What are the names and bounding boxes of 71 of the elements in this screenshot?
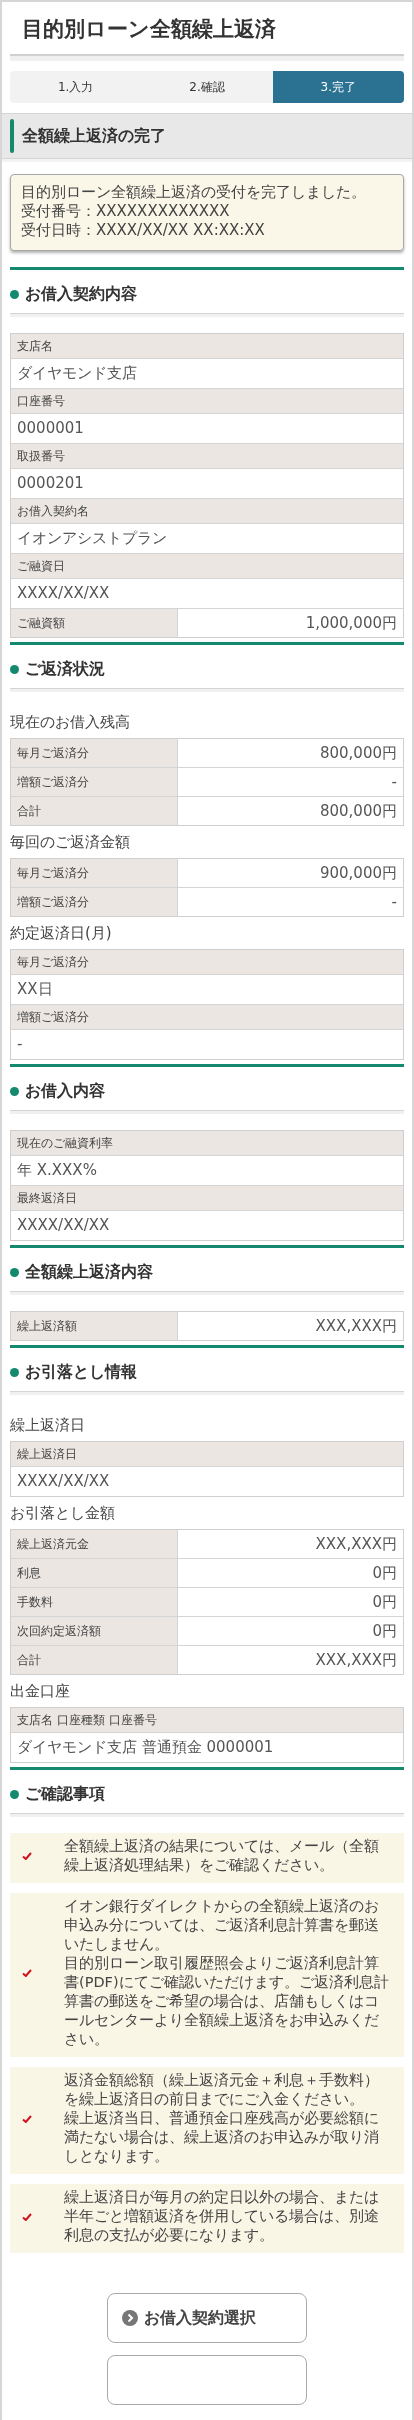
- table-value: 0円: [371, 1592, 398, 1613]
- section-title: 全額繰上返済内容: [25, 1261, 153, 1283]
- table-label: 利息: [11, 1559, 178, 1587]
- note-text: 繰上返済日が毎月の約定日以外の場合、または半年ごと増額返済を併用している場合は、別途利息の支払が必要になります。: [64, 2188, 380, 2245]
- table-label: 合計: [11, 797, 178, 825]
- chevron-icon: [122, 2310, 138, 2326]
- step: 1.入力: [10, 71, 142, 103]
- check-icon: [22, 1852, 32, 1860]
- table-label: お借入契約名: [11, 499, 403, 524]
- table-value: XXX,XXX円: [314, 1650, 398, 1671]
- step: 2.確認: [141, 71, 273, 103]
- table-label: ご融資額: [11, 609, 178, 637]
- step: 3.完了: [272, 71, 404, 103]
- table-label: 増額ご返済分: [11, 768, 178, 796]
- table-value: -: [390, 892, 398, 913]
- note-text: イオン銀行ダイレクトからの全額繰上返済のお申込み分については、ご返済利息計算書を郵送いたしません。 目的別ローン取引履歴照会よりご返済利息計算書(PDF)にてご確認いただけます。ご返済利息計算書の郵送をご希望の場合は、店舗もしくはコールセンターより全額繰上返済をお申込みください。: [64, 1897, 390, 2049]
- subheading: 毎回のご返済金額: [10, 832, 131, 853]
- table-label: 毎月ご返済分: [11, 950, 403, 975]
- table-value: 1,000,000円: [304, 613, 398, 634]
- subheading: 現在のお借入残高: [10, 712, 131, 733]
- table-label: 合計: [11, 1646, 178, 1674]
- table-label: 支店名: [11, 334, 403, 359]
- bullet-icon: [10, 289, 19, 299]
- table-label: 次回約定返済額: [11, 1617, 178, 1645]
- table-label: 繰上返済元金: [11, 1530, 178, 1558]
- bullet-icon: [10, 1086, 19, 1096]
- table-value: XXX,XXX円: [314, 1534, 398, 1555]
- accent-bar: [10, 119, 14, 153]
- table-label: 支店名 口座種類 口座番号: [11, 1708, 403, 1733]
- check-icon: [22, 1969, 32, 1977]
- table-value: 0円: [371, 1621, 398, 1642]
- table-value: 900,000円: [318, 863, 398, 884]
- section-title: ご返済状況: [25, 658, 105, 680]
- subheading: 約定返済日(月): [10, 923, 113, 944]
- table-label: ご融資日: [11, 554, 403, 579]
- subheading: 繰上返済日: [10, 1415, 86, 1436]
- table-value: 800,000円: [318, 801, 398, 822]
- table-label: 繰上返済日: [11, 1442, 403, 1467]
- table-value: -: [390, 772, 398, 793]
- check-icon: [22, 2114, 32, 2123]
- contract-select-button[interactable]: お借入契約選択: [107, 2293, 307, 2343]
- bullet-icon: [10, 1267, 19, 1277]
- section-title: お借入内容: [25, 1080, 105, 1102]
- table-label: 毎月ご返済分: [11, 859, 178, 887]
- bullet-icon: [10, 1367, 19, 1377]
- table-label: 現在のご融資利率: [11, 1131, 403, 1156]
- subheading: 出金口座: [10, 1681, 71, 1702]
- section-title: お引落とし情報: [25, 1361, 137, 1383]
- note-text: 返済金額総額（繰上返済元金＋利息＋手数料）を繰上返済日の前日までにご入金ください。 繰上返済当日、普通預金口座残高が必要総額に満たない場合は、繰上返済のお申込みが取り消しとなります。: [64, 2071, 380, 2166]
- table-value: XXX,XXX円: [314, 1316, 398, 1337]
- table-label: 増額ご返済分: [11, 888, 178, 916]
- table-label: 手数料: [11, 1588, 178, 1616]
- table-label: 口座番号: [11, 389, 403, 414]
- section-title: お借入契約内容: [25, 283, 137, 305]
- secondary-button[interactable]: [107, 2355, 307, 2405]
- table-value: 800,000円: [318, 743, 398, 764]
- subheading: お引落とし金額: [10, 1503, 116, 1524]
- check-icon: [22, 2212, 32, 2221]
- page-title: 目的別ローン全額繰上返済: [21, 16, 277, 43]
- table-label: 繰上返済額: [11, 1312, 178, 1340]
- notice-text: 目的別ローン全額繰上返済の受付を完了しました。 受付番号：XXXXXXXXXXXXX 受付日時：XXXX/XX/XX XX:XX:XX: [10, 174, 404, 251]
- table-label: 増額ご返済分: [11, 1005, 403, 1030]
- section-title: ご確認事項: [25, 1783, 105, 1805]
- table-value: 0円: [371, 1563, 398, 1584]
- bullet-icon: [10, 664, 19, 674]
- table-label: 取扱番号: [11, 444, 403, 469]
- note-text: 全額繰上返済の結果については、メール（全額繰上返済処理結果）をご確認ください。: [64, 1837, 380, 1875]
- banner-title: 全額繰上返済の完了: [22, 125, 166, 147]
- table-label: 毎月ご返済分: [11, 739, 178, 767]
- table-label: 最終返済日: [11, 1186, 403, 1211]
- bullet-icon: [10, 1789, 19, 1799]
